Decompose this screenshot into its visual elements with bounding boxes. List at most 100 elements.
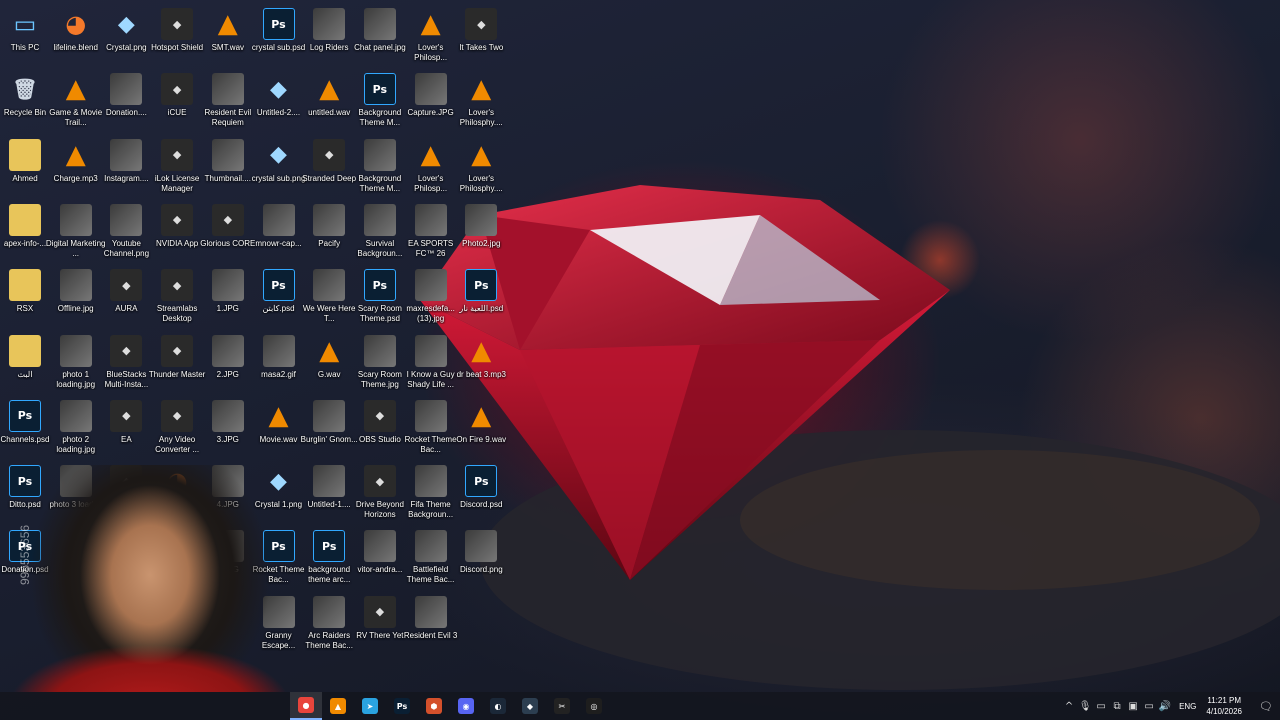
desktop-icon[interactable]: 2.JPG <box>202 331 253 395</box>
desktop-icon[interactable]: Ps Scary Room Theme.psd <box>354 265 405 329</box>
taskbar-app-vlc[interactable]: ▲ <box>322 692 354 720</box>
taskbar-app-dev-tool[interactable]: ◆ <box>514 692 546 720</box>
desktop-icon[interactable]: Digital Marketing ... <box>46 200 105 264</box>
desktop-icon[interactable]: Ps crystal sub.psd <box>252 4 305 68</box>
desktop-icon[interactable]: 🗑 Recycle Bin <box>0 69 51 133</box>
desktop-icon[interactable]: ▭ This PC <box>0 4 51 68</box>
desktop-icon[interactable]: Untitled-1.... <box>304 461 355 525</box>
desktop-icon[interactable]: Rocket Theme Bac... <box>405 396 457 460</box>
desktop-icon[interactable]: Youtube Channel.png <box>101 200 152 264</box>
desktop-icon[interactable]: ▲ Lover's Philosp... <box>405 135 456 199</box>
desktop-icon[interactable]: ▲ dr beat 3.mp3 <box>456 331 507 395</box>
desktop-icon[interactable]: Log Riders <box>304 4 355 68</box>
desktop-icon[interactable]: ▲ G.wav <box>304 331 355 395</box>
desktop-icon[interactable]: ◆ Hotspot Shield <box>151 4 203 68</box>
desktop-icon[interactable]: masa2.gif <box>253 331 304 395</box>
desktop-icon[interactable]: Scary Room Theme.jpg <box>354 331 405 395</box>
battery-icon[interactable]: ▭ <box>1141 692 1157 720</box>
desktop-icon[interactable]: Ahmed <box>0 135 51 199</box>
taskbar-app-photoshop[interactable]: Ps <box>386 692 418 720</box>
desktop-icon[interactable]: photo 1 loading.jpg <box>50 331 101 395</box>
desktop-icon[interactable]: ▲ Lover's Philosphy.... <box>456 135 507 199</box>
taskbar-app-discord[interactable]: ◉ <box>450 692 482 720</box>
desktop-icon[interactable]: maxresdefa... (13).jpg <box>405 265 456 329</box>
desktop-icon[interactable]: ▲ Movie.wav <box>253 396 304 460</box>
desktop-icon[interactable]: ◆ Any Video Converter ... <box>152 396 203 460</box>
network-icon[interactable]: ▣ <box>1125 692 1141 720</box>
desktop-icon[interactable]: ▲ untitled.wav <box>304 69 355 133</box>
taskbar-app-obs[interactable]: ◎ <box>578 692 610 720</box>
desktop-icon[interactable]: 1.JPG <box>202 265 253 329</box>
desktop-icon[interactable]: ◆ Untitled-2.... <box>253 69 304 133</box>
desktop-icon[interactable]: البث <box>0 331 51 395</box>
storage-icon[interactable]: ▭ <box>1093 692 1109 720</box>
desktop-icon[interactable]: ▲ On Fire 9.wav <box>456 396 507 460</box>
desktop-icon[interactable]: ▲ SMT.wav <box>202 4 253 68</box>
desktop-icon[interactable]: ◆ Thunder Master <box>149 331 205 395</box>
desktop-icon[interactable]: ◆ Stranded Deep <box>302 135 356 199</box>
desktop-icon[interactable]: ◆ NVIDIA App <box>152 200 203 264</box>
desktop-icon[interactable]: ◆ It Takes Two <box>456 4 507 68</box>
desktop-icon[interactable]: ◆ crystal sub.png <box>252 135 306 199</box>
desktop-icon[interactable]: ◆ iLok License Manager <box>152 135 203 199</box>
desktop-icon[interactable]: ◆ EA <box>101 396 152 460</box>
desktop-icon[interactable]: ◆ Streamlabs Desktop <box>152 265 203 329</box>
desktop-icon[interactable]: Resident Evil Requiem <box>202 69 253 133</box>
language-indicator[interactable]: ENG <box>1179 702 1196 711</box>
desktop-icon[interactable]: ◆ Crystal.png <box>101 4 152 68</box>
desktop-icon[interactable]: Ps Discord.psd <box>456 461 507 525</box>
desktop-icon[interactable]: Discord.png <box>456 526 507 590</box>
desktop-icon[interactable]: ◆ RV There Yet <box>354 592 405 656</box>
desktop-icon[interactable]: Ps Background Theme M... <box>354 69 405 133</box>
desktop-icon[interactable]: Background Theme M... <box>354 135 405 199</box>
desktop-icon[interactable]: Ps اللعبة نار.psd <box>456 265 507 329</box>
desktop-icon[interactable]: EA SPORTS FC™ 26 <box>405 200 456 264</box>
desktop-icon[interactable]: Ps Channels.psd <box>0 396 51 460</box>
desktop-icon[interactable]: ▲ Game & Movie Trail... <box>49 69 102 133</box>
desktop-icon[interactable]: apex-info-... <box>0 200 51 264</box>
desktop-icon[interactable]: Photo2.jpg <box>456 200 507 264</box>
clock[interactable]: 11:21 PM 4/10/2026 <box>1206 695 1242 717</box>
desktop-icon[interactable]: 3.JPG <box>202 396 253 460</box>
volume-icon[interactable]: 🔊 <box>1157 692 1173 720</box>
desktop-icon[interactable]: ◆ AURA <box>101 265 152 329</box>
desktop-icon[interactable]: vitor-andra... <box>354 526 405 590</box>
desktop-icon[interactable]: ◕ lifeline.blend <box>50 4 101 68</box>
desktop-icon[interactable]: ◆ BlueStacks Multi-Insta... <box>101 331 152 395</box>
desktop-icon[interactable]: Fifa Theme Backgroun... <box>405 461 456 525</box>
desktop-icon[interactable]: ▲ Lover's Philosphy.... <box>456 69 507 133</box>
taskbar-app-telegram[interactable]: ➤ <box>354 692 386 720</box>
taskbar-app-chrome[interactable]: ● <box>290 692 322 720</box>
desktop-icon[interactable]: ▲ Lover's Philosp... <box>405 4 456 68</box>
desktop-icon[interactable]: ◆ iCUE <box>152 69 203 133</box>
desktop-icon[interactable]: Instagram.... <box>101 135 152 199</box>
taskbar-app-gpu-tool[interactable]: ⬢ <box>418 692 450 720</box>
desktop-icon[interactable]: Capture.JPG <box>405 69 456 133</box>
desktop-icon[interactable]: Battlefield Theme Bac... <box>405 526 456 590</box>
taskbar-app-capcut[interactable]: ✂ <box>546 692 578 720</box>
desktop-icon[interactable]: ◆ Glorious CORE <box>200 200 255 264</box>
desktop-icon[interactable]: I Know a Guy Shady Life ... <box>405 331 456 395</box>
taskbar-app-steam[interactable]: ◐ <box>482 692 514 720</box>
desktop-icon[interactable]: Survival Backgroun... <box>354 200 405 264</box>
desktop-icon[interactable]: ▲ Charge.mp3 <box>50 135 101 199</box>
display-icon[interactable]: ⧉ <box>1109 692 1125 720</box>
tray-chevron-icon[interactable]: ^ <box>1061 692 1077 720</box>
desktop-icon[interactable]: Chat panel.jpg <box>354 4 406 68</box>
desktop-icon[interactable]: Resident Evil 3 <box>404 592 457 656</box>
desktop-icon[interactable]: photo 2 loading.jpg <box>50 396 101 460</box>
desktop-icon[interactable]: Offline.jpg <box>50 265 101 329</box>
desktop-icon[interactable]: We Were Here T... <box>303 265 355 329</box>
desktop-icon[interactable]: Burglin' Gnom... <box>301 396 358 460</box>
microphone-icon[interactable]: 🎙 <box>1077 692 1093 720</box>
desktop-icon[interactable]: Thumbnail.... <box>202 135 253 199</box>
desktop-icon[interactable]: mnowr-cap... <box>253 200 304 264</box>
desktop-icon[interactable]: Pacify <box>304 200 355 264</box>
desktop-icon[interactable]: Arc Raiders Theme Bac... <box>304 592 355 656</box>
desktop-icon[interactable]: Ps كابتن.psd <box>253 265 304 329</box>
desktop-icon[interactable]: ◆ OBS Studio <box>354 396 405 460</box>
desktop-icon[interactable]: RSX <box>0 265 51 329</box>
desktop-icon[interactable]: Donation.... <box>101 69 152 133</box>
desktop-icon[interactable]: Ps background theme arc... <box>304 526 355 590</box>
desktop-icon[interactable]: ◆ Drive Beyond Horizons <box>354 461 405 525</box>
